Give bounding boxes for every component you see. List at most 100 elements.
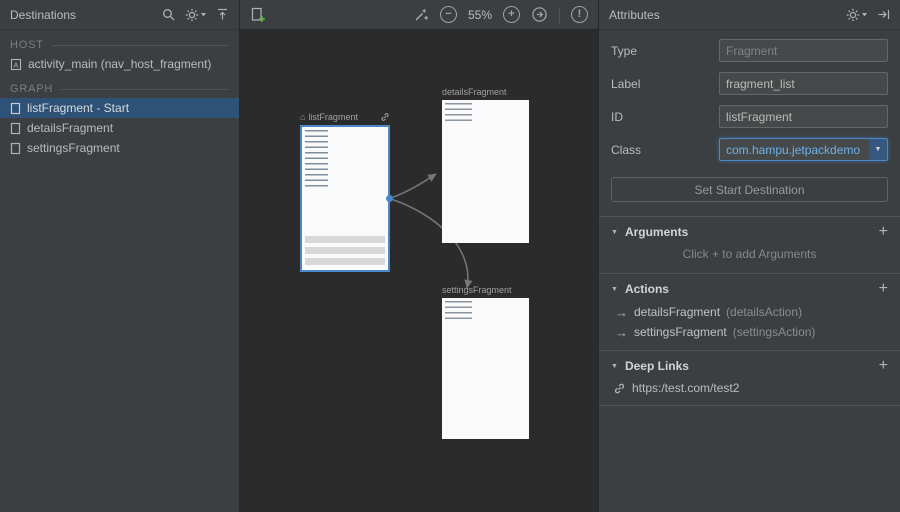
- svg-text:A: A: [14, 62, 19, 69]
- activity-icon: A: [10, 58, 22, 71]
- gear-icon[interactable]: [846, 8, 867, 22]
- auto-arrange-icon[interactable]: [414, 7, 429, 22]
- destination-item-label: detailsFragment: [27, 121, 113, 135]
- new-destination-icon[interactable]: [250, 7, 266, 23]
- chevron-down-icon[interactable]: ▼: [611, 286, 618, 293]
- chevron-down-icon[interactable]: ▼: [611, 363, 618, 370]
- deep-links-section: ▼ Deep Links + https:/test.com/test2: [599, 350, 900, 406]
- search-icon[interactable]: [162, 8, 175, 21]
- fragment-node-header: detailsFragment: [442, 86, 529, 98]
- zoom-out-icon[interactable]: −: [440, 6, 457, 23]
- reset-zoom-icon[interactable]: [531, 6, 548, 23]
- destination-item-label: settingsFragment: [27, 141, 120, 155]
- exclamation-glyph: !: [578, 9, 582, 20]
- chevron-down-icon: [862, 13, 867, 17]
- fragment-icon: [10, 102, 21, 115]
- class-label: Class: [611, 143, 719, 157]
- fragment-node-title: listFragment: [308, 112, 358, 122]
- arguments-section: ▼ Arguments + Click + to add Arguments: [599, 216, 900, 273]
- type-row: Type: [611, 39, 888, 62]
- navigation-editor: Destinations HOST A activity_main: [0, 0, 900, 512]
- action-detail: (detailsAction): [726, 305, 802, 319]
- destinations-header: Destinations: [0, 0, 239, 30]
- host-section-text: HOST: [10, 39, 44, 51]
- attributes-header: Attributes: [599, 0, 900, 30]
- design-surface[interactable]: − 55% + !: [240, 0, 598, 512]
- fragment-preview-settings[interactable]: [442, 298, 529, 439]
- destination-item-activity-main[interactable]: A activity_main (nav_host_fragment): [0, 54, 239, 74]
- zoom-in-icon[interactable]: +: [503, 6, 520, 23]
- add-deep-link-button[interactable]: +: [879, 358, 888, 374]
- fragment-node-title: detailsFragment: [442, 87, 507, 97]
- id-row: ID: [611, 105, 888, 128]
- add-argument-button[interactable]: +: [879, 224, 888, 240]
- fragment-node-title: settingsFragment: [442, 285, 512, 295]
- label-input[interactable]: [719, 72, 888, 95]
- fragment-node-details[interactable]: detailsFragment: [442, 86, 529, 243]
- action-detail: (settingsAction): [733, 325, 816, 339]
- action-item-details[interactable]: → detailsFragment (detailsAction): [599, 303, 900, 323]
- action-arrow-icon: →: [615, 306, 628, 319]
- destination-item-details-fragment[interactable]: detailsFragment: [0, 118, 239, 138]
- set-start-destination-button[interactable]: Set Start Destination: [611, 177, 888, 202]
- issues-icon[interactable]: !: [571, 6, 588, 23]
- arguments-section-title: Arguments: [625, 225, 688, 239]
- actions-section-header: ▼ Actions +: [599, 274, 900, 303]
- destinations-header-icons: [162, 8, 229, 22]
- deeplink-badge-icon: [380, 112, 390, 122]
- actions-list: → detailsFragment (detailsAction) → sett…: [599, 303, 900, 350]
- action-arrow-icon: →: [615, 326, 628, 339]
- hide-panel-icon[interactable]: [877, 8, 890, 21]
- fragment-icon: [10, 122, 21, 135]
- chevron-down-icon[interactable]: ▼: [869, 139, 887, 160]
- deep-link-item[interactable]: https:/test.com/test2: [599, 380, 900, 405]
- label-label: Label: [611, 77, 719, 91]
- deep-links-section-title: Deep Links: [625, 359, 689, 373]
- id-input[interactable]: [719, 105, 888, 128]
- action-item-settings[interactable]: → settingsFragment (settingsAction): [599, 323, 900, 343]
- chevron-down-icon[interactable]: ▼: [611, 229, 618, 236]
- destination-item-settings-fragment[interactable]: settingsFragment: [0, 138, 239, 158]
- action-edge-details[interactable]: [391, 174, 436, 198]
- minus-glyph: −: [445, 9, 451, 20]
- attributes-form: Type Label ID Class com.hampu.jetpackdem…: [599, 30, 900, 173]
- actions-section-title: Actions: [625, 282, 669, 296]
- fragment-node-settings[interactable]: settingsFragment: [442, 284, 529, 439]
- connection-handle[interactable]: [386, 195, 393, 202]
- deep-links-section-header: ▼ Deep Links +: [599, 351, 900, 380]
- destination-item-list-fragment[interactable]: listFragment - Start: [0, 98, 239, 118]
- deep-link-url: https:/test.com/test2: [632, 381, 739, 395]
- destinations-title: Destinations: [10, 8, 76, 22]
- fragment-node-header: settingsFragment: [442, 284, 529, 296]
- fragment-preview-list[interactable]: [300, 125, 390, 272]
- chevron-down-icon: [201, 13, 206, 17]
- destination-item-label: listFragment - Start: [27, 101, 129, 115]
- action-target: detailsFragment: [634, 305, 720, 319]
- canvas-toolbar: − 55% + !: [240, 0, 598, 30]
- fragment-node-list[interactable]: ⌂ listFragment: [300, 111, 390, 272]
- class-combo[interactable]: com.hampu.jetpackdemo ▼: [719, 138, 888, 161]
- preview-content: [445, 301, 472, 321]
- fragment-icon: [10, 142, 21, 155]
- arguments-empty-hint: Click + to add Arguments: [599, 246, 900, 273]
- label-row: Label: [611, 72, 888, 95]
- preview-content: [305, 236, 385, 266]
- fragment-node-header: ⌂ listFragment: [300, 111, 390, 123]
- add-action-button[interactable]: +: [879, 281, 888, 297]
- destination-item-label: activity_main (nav_host_fragment): [28, 57, 211, 71]
- id-label: ID: [611, 110, 719, 124]
- class-combo-value: com.hampu.jetpackdemo: [720, 143, 869, 157]
- plus-glyph: +: [508, 9, 514, 20]
- attributes-header-icons: [846, 8, 890, 22]
- zoom-controls: − 55% + !: [414, 6, 588, 23]
- type-label: Type: [611, 44, 719, 58]
- preview-content: [445, 103, 472, 123]
- attributes-title: Attributes: [609, 8, 660, 22]
- fragment-preview-details[interactable]: [442, 100, 529, 243]
- preview-content: [305, 130, 328, 188]
- canvas-viewport[interactable]: ⌂ listFragment detailsFragment: [240, 31, 598, 512]
- collapse-all-icon[interactable]: [216, 8, 229, 21]
- graph-section-text: GRAPH: [10, 83, 53, 95]
- gear-icon[interactable]: [185, 8, 206, 22]
- type-input[interactable]: [719, 39, 888, 62]
